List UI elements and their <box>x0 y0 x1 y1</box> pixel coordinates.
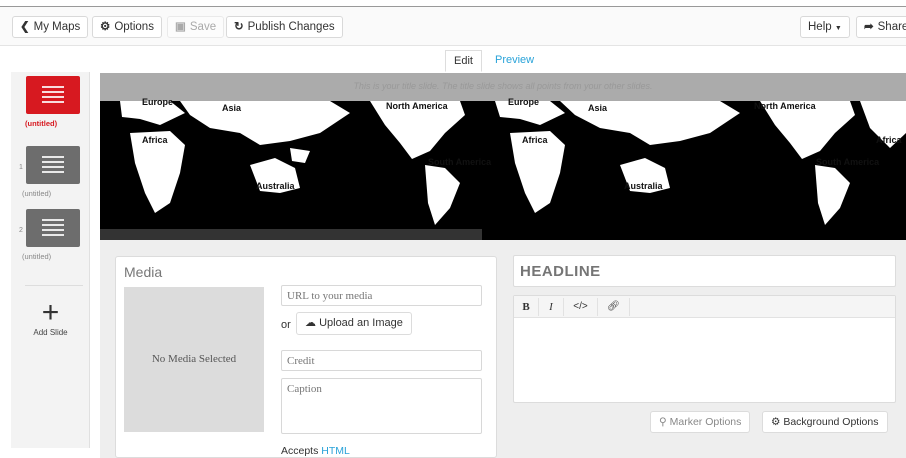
italic-button[interactable]: I <box>539 298 564 316</box>
map-label-south-america: South America <box>816 157 880 167</box>
my-maps-label: My Maps <box>33 21 81 33</box>
sidebar-divider <box>25 285 83 286</box>
map-label-africa: Africa <box>876 135 903 145</box>
rich-text-toolbar: B I </> 🔗︎ <box>514 296 895 318</box>
publish-changes-button[interactable]: ↻ Publish Changes <box>226 16 343 38</box>
tab-edit[interactable]: Edit <box>445 50 482 72</box>
options-button[interactable]: ⚙ Options <box>92 16 162 38</box>
media-heading: Media <box>124 264 163 280</box>
slide-sidebar: (untitled) 1 (untitled) 2 (untitled) + A… <box>11 72 90 448</box>
map-label-australia: Australia <box>624 181 664 191</box>
map-label-australia: Australia <box>256 181 296 191</box>
upload-image-button[interactable]: ☁ Upload an Image <box>296 312 412 335</box>
help-label: Help <box>808 21 832 33</box>
share-label: Share <box>877 21 906 33</box>
accepts-prefix: Accepts <box>281 445 319 457</box>
slide-label: (untitled) <box>22 252 52 261</box>
slide-2[interactable]: 2 (untitled) <box>11 209 90 261</box>
map-preview[interactable]: Europe Asia Africa Australia North Ameri… <box>100 73 906 240</box>
my-maps-button[interactable]: ❮ My Maps <box>12 16 89 38</box>
title-slide-note: This is your title slide. The title slid… <box>353 81 653 91</box>
slide-number: 1 <box>19 164 23 171</box>
add-slide-label: Add Slide <box>33 328 68 337</box>
text-lines-icon <box>42 86 64 104</box>
bold-button[interactable]: B <box>514 298 539 316</box>
map-label-asia: Asia <box>222 103 242 113</box>
slide-editor: Media No Media Selected or ☁ Upload an I… <box>100 240 906 458</box>
code-button[interactable]: </> <box>564 298 598 316</box>
tab-preview[interactable]: Preview <box>487 50 542 72</box>
media-url-input[interactable] <box>281 285 482 306</box>
slide-1[interactable]: 1 (untitled) <box>11 146 90 198</box>
slide-thumbnail <box>26 76 80 114</box>
gear-icon: ⚙ <box>100 21 111 33</box>
save-label: Save <box>189 21 217 33</box>
text-lines-icon <box>42 219 64 237</box>
map-label-europe: Europe <box>142 97 173 107</box>
slide-label: (untitled) <box>22 189 52 198</box>
upload-label: Upload an Image <box>319 317 403 329</box>
slide-thumbnail <box>26 146 80 184</box>
floppy-disk-icon: ▣ <box>175 21 186 33</box>
map-label-africa: Africa <box>522 135 549 145</box>
map-label-south-america: South America <box>428 157 492 167</box>
map-attribution <box>100 229 482 240</box>
share-button[interactable]: ➦ Share <box>856 16 906 38</box>
share-icon: ➦ <box>864 21 874 33</box>
marker-options-label: Marker Options <box>669 416 742 428</box>
credit-input[interactable] <box>281 350 482 371</box>
caret-down-icon: ▼ <box>834 25 842 32</box>
headline-input[interactable] <box>513 255 896 287</box>
top-toolbar: ❮ My Maps ⚙ Options ▣ Save ↻ Publish Changes… <box>0 6 906 46</box>
background-options-button[interactable]: ⚙ Background Options <box>762 411 888 433</box>
rich-text-editor[interactable]: B I </> 🔗︎ <box>513 295 896 403</box>
chevron-left-icon: ❮ <box>20 21 30 33</box>
background-options-label: Background Options <box>783 416 879 428</box>
plus-icon: + <box>41 296 60 329</box>
media-panel: Media No Media Selected or ☁ Upload an I… <box>115 256 497 458</box>
link-icon: 🔗︎ <box>607 301 620 312</box>
slide-number: 2 <box>19 227 23 234</box>
marker-options-button[interactable]: ⚲ Marker Options <box>650 411 751 433</box>
link-button[interactable]: 🔗︎ <box>598 298 630 316</box>
map-label-africa: Africa <box>142 135 169 145</box>
gear-icon: ⚙ <box>771 416 781 428</box>
slide-label: (untitled) <box>25 119 58 128</box>
refresh-icon: ↻ <box>234 21 244 33</box>
add-slide-button[interactable]: + Add Slide <box>11 296 90 338</box>
options-label: Options <box>114 21 154 33</box>
media-preview: No Media Selected <box>124 287 264 432</box>
slide-title[interactable]: (untitled) <box>11 76 90 128</box>
caption-textarea[interactable] <box>281 378 482 434</box>
publish-label: Publish Changes <box>247 21 335 33</box>
map-marker-icon: ⚲ <box>659 416 667 428</box>
html-link[interactable]: HTML <box>321 445 350 457</box>
map-label-north-america: North America <box>386 101 449 111</box>
map-label-europe: Europe <box>508 97 539 107</box>
text-lines-icon <box>42 156 64 174</box>
help-button[interactable]: Help ▼ <box>800 16 850 38</box>
accepts-note: Accepts HTML <box>281 445 350 457</box>
map-label-asia: Asia <box>588 103 608 113</box>
slide-thumbnail <box>26 209 80 247</box>
map-label-north-america: North America <box>754 101 817 111</box>
cloud-upload-icon: ☁ <box>305 317 316 329</box>
or-label: or <box>281 319 291 331</box>
world-map: Europe Asia Africa Australia North Ameri… <box>100 73 906 225</box>
save-button[interactable]: ▣ Save <box>167 16 225 38</box>
